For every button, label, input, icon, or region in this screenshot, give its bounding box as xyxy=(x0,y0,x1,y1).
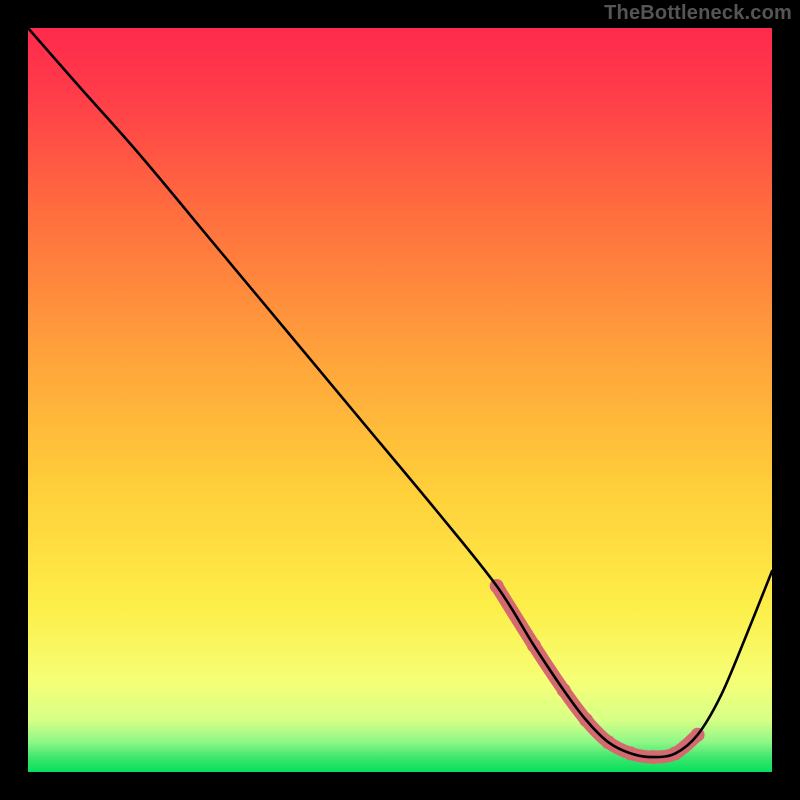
curve-layer xyxy=(28,28,772,772)
watermark-text: TheBottleneck.com xyxy=(604,2,792,25)
plot-area xyxy=(28,28,772,772)
chart-frame: TheBottleneck.com xyxy=(0,0,800,800)
bottleneck-curve xyxy=(28,28,772,764)
main-curve xyxy=(28,28,772,757)
